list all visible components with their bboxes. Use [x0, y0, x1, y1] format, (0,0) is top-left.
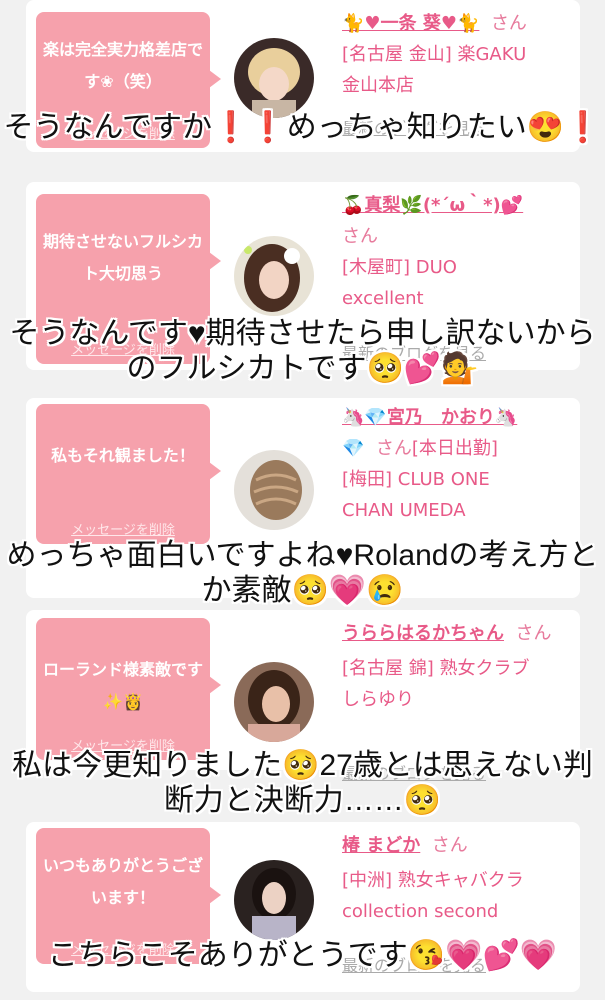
message-text: いつもありがとうございます！ — [42, 856, 203, 907]
store-line: [梅田] CLUB ONE — [342, 469, 490, 490]
message-bubble: ローランド様素敵です✨👸 メッセージを削除 — [36, 618, 221, 760]
message-text: 期待させないフルシカト大切思う — [42, 232, 203, 283]
cast-name-link[interactable]: 🐈♥一条 葵♥🐈 — [342, 13, 479, 34]
cast-name-link[interactable]: うららはるかちゃん — [342, 623, 504, 644]
store-line: CHAN UMEDA — [342, 500, 466, 521]
message-text: ローランド様素敵です✨👸 — [42, 660, 203, 711]
overlay-caption: めっちゃ面白いですよね♥Rolandの考え方とか素敵🥺💗😢 — [6, 539, 599, 607]
cast-info: 🐈♥一条 葵♥🐈 さん [名古屋 金山] 楽GAKU 金山本店 最新のブログを見… — [342, 8, 570, 138]
overlay-caption: そうなんです♥期待させたら申し訳ないからのフルシカトです🥺💕💁 — [9, 317, 596, 385]
overlay-caption: そうなんですか❗❗めっちゃ知りたい😍❗ — [3, 111, 602, 144]
avatar[interactable] — [234, 662, 314, 742]
store-line: しらゆり — [342, 689, 414, 710]
cast-name-link[interactable]: 🍒真梨🌿(*´ω｀*)💕 — [342, 190, 570, 221]
message-bubble: 私もそれ観ました！ メッセージを削除 — [36, 404, 221, 544]
overlay-caption: 私は今更知りました🥺27歳とは思えない判断力と決断力……🥺 — [12, 749, 593, 817]
honorific: さん — [431, 835, 468, 856]
delete-message-link[interactable]: メッセージを削除 — [36, 519, 210, 538]
message-text: 私もそれ観ました！ — [51, 446, 195, 465]
cast-info: 🍒真梨🌿(*´ω｀*)💕 さん [木屋町] DUO excellent 最新のブ… — [342, 190, 570, 363]
store-line: 金山本店 — [342, 75, 414, 96]
overlay-caption: こちらこそありがとうです😘💗💕💗 — [47, 939, 558, 972]
avatar[interactable] — [234, 860, 314, 940]
cast-name-link[interactable]: 椿 まどか — [342, 835, 420, 856]
honorific: さん — [375, 438, 412, 459]
cast-info: 🦄💎宮乃 かおり🦄 💎 さん[本日出勤] [梅田] CLUB ONE CHAN … — [342, 402, 570, 526]
store-line: [名古屋 錦] 熟女クラブ — [342, 658, 530, 679]
store-line: [木屋町] DUO — [342, 257, 457, 278]
cast-info: 椿 まどか さん [中洲] 熟女キャバクラ collection second … — [342, 830, 570, 975]
avatar[interactable] — [234, 236, 314, 316]
honorific: さん — [515, 623, 552, 644]
avatar[interactable] — [234, 450, 314, 530]
honorific: さん — [490, 13, 527, 34]
cast-info: うららはるかちゃん さん [名古屋 錦] 熟女クラブ しらゆり 最新のブログを見… — [342, 618, 570, 783]
cast-name-link[interactable]: 🦄💎宮乃 かおり🦄 — [342, 402, 570, 433]
store-line: [名古屋 金山] 楽GAKU — [342, 44, 527, 65]
work-status: [本日出勤] — [411, 438, 498, 459]
honorific: さん — [342, 226, 378, 247]
store-line: excellent — [342, 288, 424, 309]
store-line: collection second — [342, 901, 499, 922]
message-text: 楽は完全実力格差店です❀（笑） — [42, 40, 203, 91]
store-line: [中洲] 熟女キャバクラ — [342, 870, 524, 891]
message-card: ローランド様素敵です✨👸 メッセージを削除 うららはるかちゃん さん [名古屋 … — [26, 610, 580, 783]
gem-icon: 💎 — [342, 438, 365, 459]
avatar[interactable] — [234, 38, 314, 118]
